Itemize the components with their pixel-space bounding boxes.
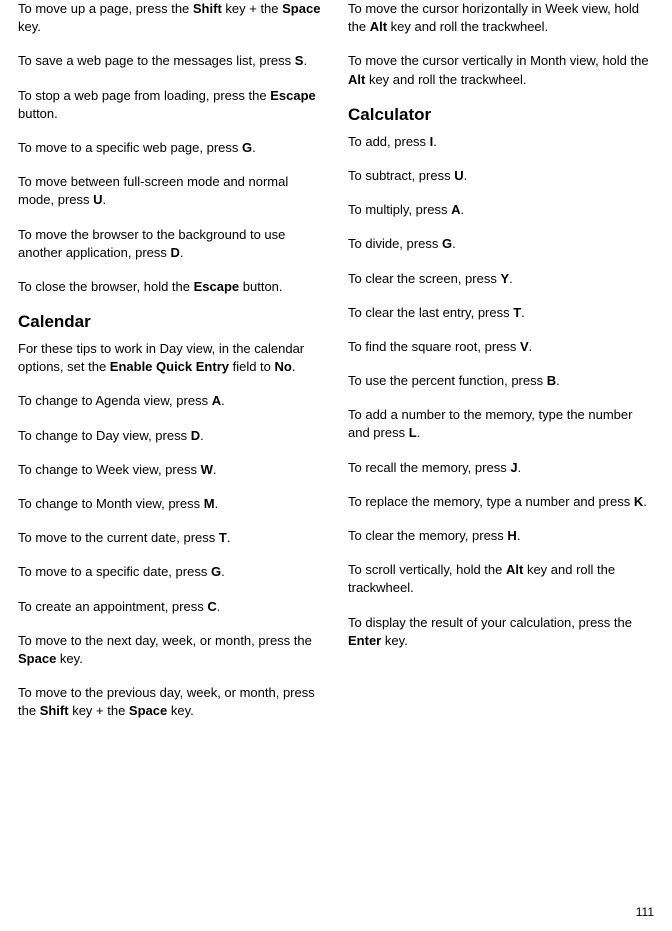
calculator-tip: To find the square root, press V. bbox=[348, 338, 654, 356]
browser-tip: To move up a page, press the Shift key +… bbox=[18, 0, 324, 36]
calculator-tip: To replace the memory, type a number and… bbox=[348, 493, 654, 511]
calculator-tip: To multiply, press A. bbox=[348, 201, 654, 219]
browser-tip: To stop a web page from loading, press t… bbox=[18, 87, 324, 123]
calendar-tip: To change to Month view, press M. bbox=[18, 495, 324, 513]
calculator-heading: Calculator bbox=[348, 105, 654, 125]
calculator-tip: To recall the memory, press J. bbox=[348, 459, 654, 477]
calendar-tip: To move the cursor horizontally in Week … bbox=[348, 0, 654, 36]
calculator-tip: To display the result of your calculatio… bbox=[348, 614, 654, 650]
browser-tip: To move to a specific web page, press G. bbox=[18, 139, 324, 157]
browser-tip: To move the browser to the background to… bbox=[18, 226, 324, 262]
calendar-tip: To move to a specific date, press G. bbox=[18, 563, 324, 581]
calendar-tip: To move the cursor vertically in Month v… bbox=[348, 52, 654, 88]
calculator-tip: To use the percent function, press B. bbox=[348, 372, 654, 390]
calendar-tip: To move to the current date, press T. bbox=[18, 529, 324, 547]
calculator-tip: To clear the screen, press Y. bbox=[348, 270, 654, 288]
calendar-tip: To move to the previous day, week, or mo… bbox=[18, 684, 324, 720]
browser-tip: To save a web page to the messages list,… bbox=[18, 52, 324, 70]
calendar-note: For these tips to work in Day view, in t… bbox=[18, 340, 324, 376]
calculator-tip: To scroll vertically, hold the Alt key a… bbox=[348, 561, 654, 597]
calendar-tip: To move to the next day, week, or month,… bbox=[18, 632, 324, 668]
calculator-tip: To add, press I. bbox=[348, 133, 654, 151]
calculator-tip: To clear the memory, press H. bbox=[348, 527, 654, 545]
calculator-tip: To add a number to the memory, type the … bbox=[348, 406, 654, 442]
browser-tip: To move between full-screen mode and nor… bbox=[18, 173, 324, 209]
calendar-tip: To change to Week view, press W. bbox=[18, 461, 324, 479]
calculator-tip: To divide, press G. bbox=[348, 235, 654, 253]
browser-tip: To close the browser, hold the Escape bu… bbox=[18, 278, 324, 296]
calendar-tip: To create an appointment, press C. bbox=[18, 598, 324, 616]
left-column: To move up a page, press the Shift key +… bbox=[18, 0, 324, 737]
right-column: To move the cursor horizontally in Week … bbox=[348, 0, 654, 737]
calendar-tip: To change to Day view, press D. bbox=[18, 427, 324, 445]
calendar-tip: To change to Agenda view, press A. bbox=[18, 392, 324, 410]
calendar-heading: Calendar bbox=[18, 312, 324, 332]
calculator-tip: To subtract, press U. bbox=[348, 167, 654, 185]
content-columns: To move up a page, press the Shift key +… bbox=[18, 0, 654, 737]
calculator-tip: To clear the last entry, press T. bbox=[348, 304, 654, 322]
page-number: 111 bbox=[636, 905, 654, 919]
